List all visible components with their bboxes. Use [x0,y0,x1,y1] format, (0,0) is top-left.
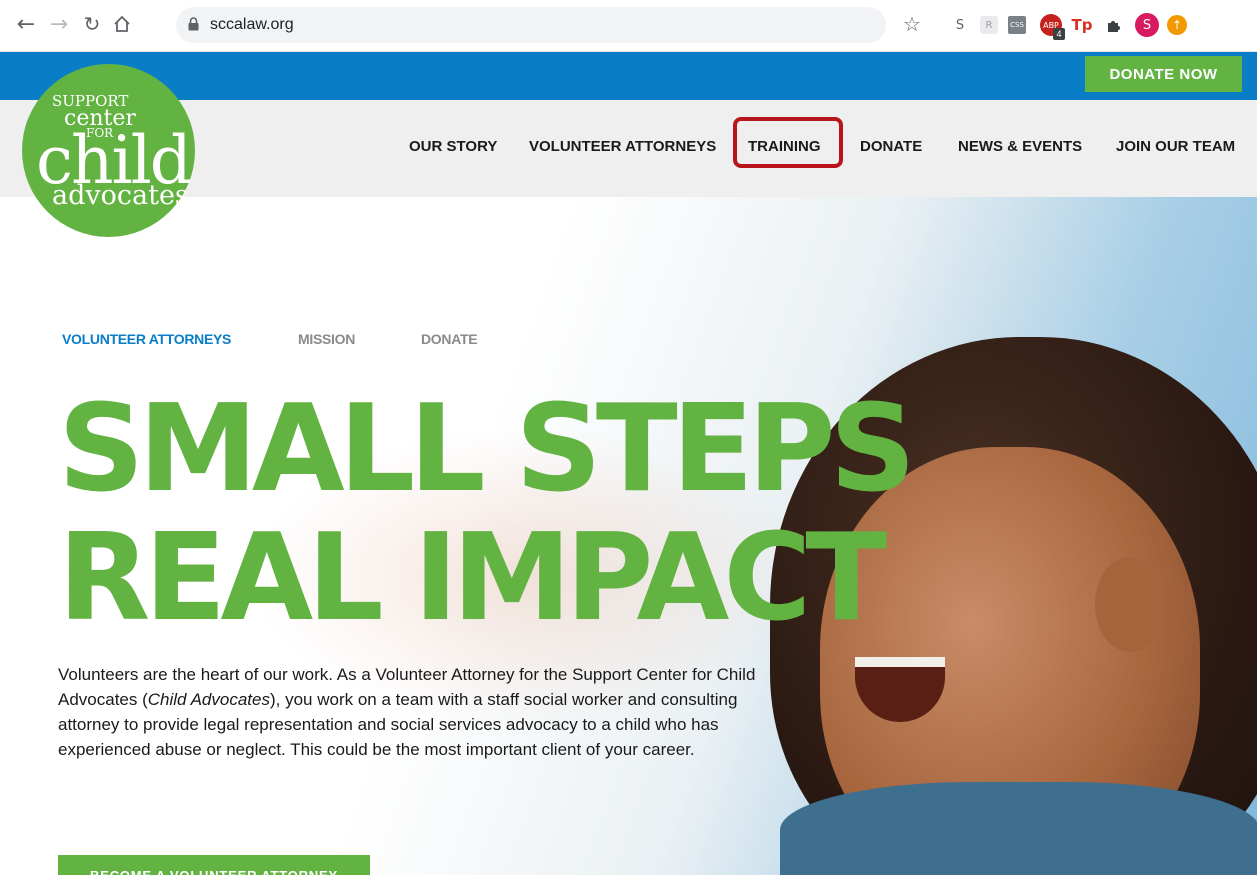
top-blue-bar [0,52,1257,100]
site-logo[interactable]: SUPPORT center FOR child advocates [22,64,195,237]
nav-news-events[interactable]: NEWS & EVENTS [958,138,1082,155]
puzzle-icon[interactable] [1102,13,1126,37]
nav-volunteer-attorneys[interactable]: VOLUNTEER ATTORNEYS [529,138,716,155]
adblock-badge: 4 [1053,28,1065,40]
css-extension-icon[interactable]: CSS [1008,16,1026,34]
bookmark-star-icon[interactable]: ☆ [903,12,921,36]
url-text: sccalaw.org [210,16,294,33]
subnav-mission[interactable]: MISSION [298,331,355,347]
training-highlight-box [733,117,843,168]
s-extension-icon[interactable]: S [948,13,972,37]
become-volunteer-button[interactable]: BECOME A VOLUNTEER ATTORNEY [58,855,370,875]
intro-text-emphasis: Child Advocates [147,690,270,709]
back-icon[interactable]: ← [12,10,40,38]
reload-icon[interactable]: ↻ [78,10,106,38]
hero-photo-ear [1095,557,1165,652]
headline-line-1: SMALL STEPS [58,380,916,519]
logo-text-advocates: advocates [52,180,189,211]
subnav-volunteer-attorneys[interactable]: VOLUNTEER ATTORNEYS [62,331,231,347]
nav-join-our-team[interactable]: JOIN OUR TEAM [1116,138,1235,155]
tp-extension-icon[interactable]: Tp [1070,13,1094,37]
address-bar[interactable]: sccalaw.org [176,7,886,43]
headline-line-2: REAL IMPACT [58,509,887,648]
profile-avatar[interactable]: S [1135,13,1159,37]
subnav-donate[interactable]: DONATE [421,331,478,347]
donate-now-button[interactable]: DONATE NOW [1085,56,1242,92]
forward-icon[interactable]: → [45,10,73,38]
nav-donate[interactable]: DONATE [860,138,922,155]
hero-photo-jacket [780,782,1257,875]
lock-icon [188,17,199,31]
nav-our-story[interactable]: OUR STORY [409,138,497,155]
update-icon[interactable]: ↑ [1167,15,1187,35]
r-extension-icon[interactable]: R [980,16,998,34]
browser-toolbar: ← → ↻ sccalaw.org ☆ S R CSS ABP 4 Tp S ↑ [0,0,1257,52]
home-icon[interactable] [108,10,136,38]
intro-paragraph: Volunteers are the heart of our work. As… [58,662,778,762]
hero-section: VOLUNTEER ATTORNEYS MISSION DONATE SMALL… [0,197,1257,875]
